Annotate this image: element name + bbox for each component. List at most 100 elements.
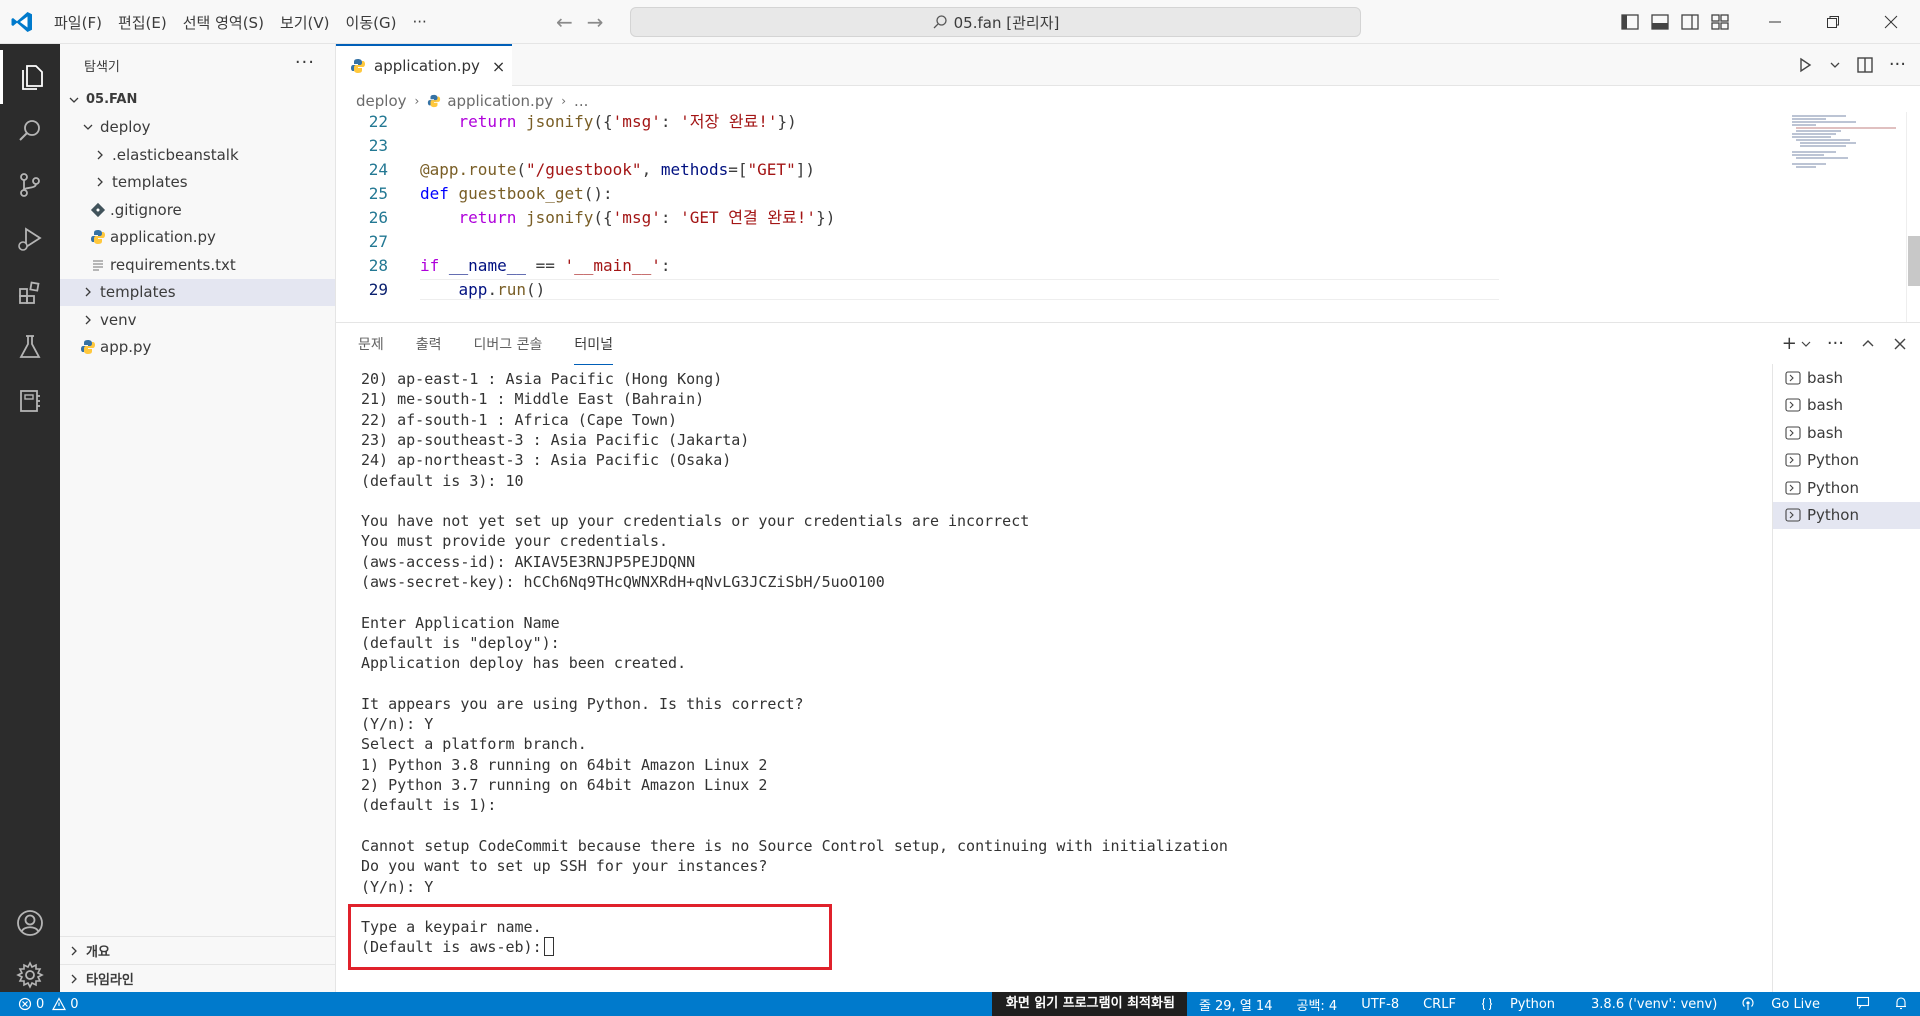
minimap[interactable] bbox=[1786, 112, 1906, 322]
run-icon[interactable] bbox=[1795, 55, 1815, 75]
cursor-position[interactable]: 줄 29, 열 14 bbox=[1187, 995, 1285, 1014]
tree-item-templates-inner[interactable]: templates bbox=[60, 169, 335, 197]
problems-status[interactable]: 0 0 bbox=[18, 992, 79, 1016]
extensions-activity[interactable] bbox=[0, 266, 60, 320]
tab-problems[interactable]: 문제 bbox=[358, 324, 384, 364]
scrollbar-thumb[interactable] bbox=[1908, 236, 1920, 286]
command-center-search[interactable]: 05.fan [관리자] bbox=[630, 7, 1361, 37]
git-file-icon bbox=[90, 202, 106, 217]
minimap-preview bbox=[1792, 115, 1896, 168]
terminal-line: 24) ap-northeast-3 : Asia Pacific (Osaka… bbox=[361, 451, 732, 470]
breadcrumb-symbol[interactable]: ... bbox=[574, 92, 588, 110]
terminal-item-python-2[interactable]: Python bbox=[1773, 474, 1920, 502]
back-arrow-icon[interactable]: ← bbox=[556, 10, 573, 34]
sidebar-more-button[interactable]: ··· bbox=[295, 52, 315, 73]
tree-item-templates[interactable]: templates bbox=[60, 278, 335, 306]
tab-output[interactable]: 출력 bbox=[416, 324, 442, 364]
menu-selection[interactable]: 선택 영역(S) bbox=[175, 12, 272, 33]
chevron-down-icon[interactable] bbox=[1801, 337, 1811, 351]
tree-item-deploy[interactable]: deploy bbox=[60, 114, 335, 142]
terminal-output[interactable]: 20) ap-east-1 : Asia Pacific (Hong Kong)… bbox=[361, 369, 1701, 989]
sidebar-header: 탐색기 ··· bbox=[60, 44, 335, 86]
customize-layout-icon[interactable] bbox=[1710, 12, 1730, 32]
warning-icon bbox=[52, 997, 67, 1011]
editor-scrollbar[interactable] bbox=[1906, 112, 1920, 322]
python-interpreter[interactable]: 3.8.6 ('venv': venv) bbox=[1579, 997, 1729, 1012]
run-debug-activity[interactable] bbox=[0, 212, 60, 266]
tree-item-app-py[interactable]: app.py bbox=[60, 334, 335, 362]
explorer-activity[interactable] bbox=[0, 50, 60, 104]
menu-go[interactable]: 이동(G) bbox=[338, 12, 405, 33]
split-editor-icon[interactable] bbox=[1855, 55, 1875, 75]
outline-section[interactable]: 개요 bbox=[60, 936, 335, 964]
terminal-item-python-3[interactable]: Python bbox=[1773, 501, 1920, 529]
tab-application-py[interactable]: application.py × bbox=[336, 44, 512, 86]
toggle-panel-icon[interactable] bbox=[1650, 12, 1670, 32]
close-panel-icon[interactable] bbox=[1892, 336, 1908, 352]
activity-bar bbox=[0, 44, 60, 992]
tree-root-folder[interactable]: 05.FAN bbox=[60, 86, 335, 114]
tree-item-label: .gitignore bbox=[110, 200, 182, 219]
go-live[interactable]: Go Live bbox=[1729, 997, 1844, 1012]
search-activity[interactable] bbox=[0, 104, 60, 158]
menu-more[interactable]: ··· bbox=[404, 13, 434, 31]
minimize-button[interactable] bbox=[1746, 0, 1804, 44]
end-of-line[interactable]: CRLF bbox=[1411, 997, 1468, 1012]
terminal-item-label: Python bbox=[1807, 478, 1859, 497]
vscode-logo-icon bbox=[11, 12, 32, 32]
terminal-line: 20) ap-east-1 : Asia Pacific (Hong Kong) bbox=[361, 370, 723, 388]
tree-item-application-py[interactable]: application.py bbox=[60, 224, 335, 252]
new-terminal-plus-icon[interactable]: + bbox=[1782, 333, 1797, 354]
chevron-down-icon[interactable] bbox=[1829, 55, 1841, 75]
more-actions-icon[interactable]: ··· bbox=[1827, 333, 1844, 354]
terminal-item-python-1[interactable]: Python bbox=[1773, 447, 1920, 475]
language-mode[interactable]: Python bbox=[1468, 997, 1579, 1012]
error-count: 0 bbox=[36, 996, 45, 1012]
restore-button[interactable] bbox=[1804, 0, 1862, 44]
forward-arrow-icon[interactable]: → bbox=[587, 10, 604, 34]
toggle-secondary-sidebar-icon[interactable] bbox=[1680, 12, 1700, 32]
breadcrumb-folder[interactable]: deploy bbox=[356, 92, 407, 110]
feedback-icon[interactable] bbox=[1844, 996, 1882, 1012]
tree-item-gitignore[interactable]: .gitignore bbox=[60, 196, 335, 224]
tree-item-elasticbeanstalk[interactable]: .elasticbeanstalk bbox=[60, 141, 335, 169]
maximize-panel-chevron-up-icon[interactable] bbox=[1860, 336, 1876, 352]
menu-view[interactable]: 보기(V) bbox=[272, 12, 338, 33]
breadcrumb-file[interactable]: application.py bbox=[447, 92, 553, 110]
terminal-line: You must provide your credentials. bbox=[361, 532, 669, 551]
terminal-item-bash-3[interactable]: bash bbox=[1773, 419, 1920, 447]
notifications-icon[interactable] bbox=[1882, 996, 1920, 1012]
toggle-sidebar-icon[interactable] bbox=[1620, 12, 1640, 32]
indentation[interactable]: 공백: 4 bbox=[1284, 995, 1349, 1014]
menu-file[interactable]: 파일(F) bbox=[46, 12, 110, 33]
tree-item-label: application.py bbox=[110, 228, 216, 247]
extensions-icon bbox=[19, 281, 40, 304]
screen-reader-status[interactable]: 화면 읽기 프로그램이 최적화됨 bbox=[991, 992, 1187, 1016]
code-line: 26 return jsonify({'msg': 'GET 연결 완료!'}) bbox=[368, 208, 836, 227]
timeline-section[interactable]: 타임라인 bbox=[60, 964, 335, 992]
tab-close-icon[interactable]: × bbox=[492, 57, 505, 76]
source-control-activity[interactable] bbox=[0, 158, 60, 212]
accounts-activity[interactable] bbox=[0, 896, 60, 950]
highlight-box bbox=[348, 904, 832, 970]
terminal-item-bash-1[interactable]: bash bbox=[1773, 364, 1920, 392]
tree-item-venv[interactable]: venv bbox=[60, 306, 335, 334]
encoding[interactable]: UTF-8 bbox=[1349, 997, 1411, 1012]
bottom-panel: 문제 출력 디버그 콘솔 터미널 + ··· 20) ap-east-1 : A… bbox=[336, 322, 1920, 992]
terminal-item-bash-2[interactable]: bash bbox=[1773, 392, 1920, 420]
testing-activity[interactable] bbox=[0, 320, 60, 374]
more-actions-icon[interactable]: ··· bbox=[1889, 54, 1906, 75]
menu-edit[interactable]: 편집(E) bbox=[110, 12, 175, 33]
search-text: 05.fan [관리자] bbox=[953, 13, 1060, 32]
flask-icon bbox=[19, 335, 41, 358]
tab-terminal[interactable]: 터미널 bbox=[574, 324, 614, 365]
remote-explorer-activity[interactable] bbox=[0, 374, 60, 428]
tab-debug-console[interactable]: 디버그 콘솔 bbox=[474, 324, 543, 364]
terminal-item-label: Python bbox=[1807, 506, 1859, 525]
sidebar-bottom-sections: 개요 타임라인 bbox=[60, 936, 335, 992]
code-editor[interactable]: 22 return jsonify({'msg': '저장 완료!'}) 23 … bbox=[336, 112, 1786, 322]
editor-actions: ··· bbox=[1795, 54, 1906, 75]
close-button[interactable] bbox=[1862, 0, 1920, 44]
notebook-icon bbox=[20, 390, 40, 412]
tree-item-requirements[interactable]: requirements.txt bbox=[60, 251, 335, 279]
